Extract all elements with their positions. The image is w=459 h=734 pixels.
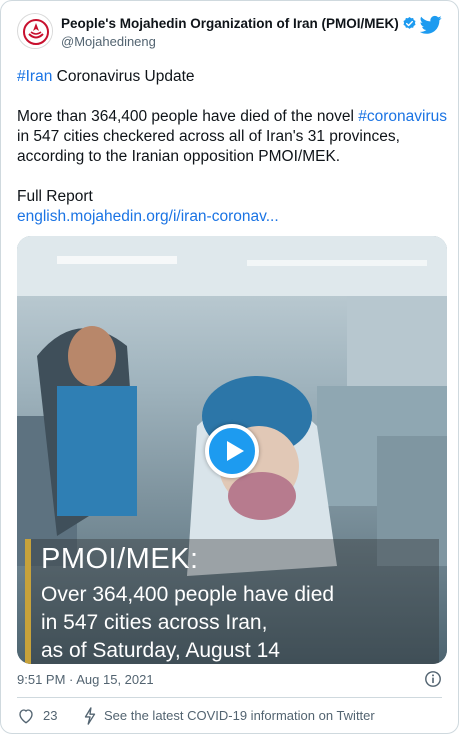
- tweet-body: #Iran Coronavirus Update More than 364,4…: [17, 67, 449, 227]
- display-name-text[interactable]: People's Mojahedin Organization of Iran …: [61, 16, 399, 31]
- tweet-line-1-text: Coronavirus Update: [52, 68, 195, 85]
- tweet-paragraph-2: More than 364,400 people have died of th…: [17, 107, 449, 167]
- like-count: 23: [43, 708, 58, 723]
- caption-title: PMOI/MEK:: [41, 543, 199, 575]
- caption-line: Over 364,400 people have died: [41, 583, 335, 606]
- display-name[interactable]: People's Mojahedin Organization of Iran …: [61, 16, 417, 31]
- play-icon: [227, 441, 244, 461]
- caption-line: as of Saturday, August 14: [41, 639, 280, 662]
- covid-info-link[interactable]: See the latest COVID-19 information on T…: [104, 708, 375, 723]
- video-caption: PMOI/MEK: Over 364,400 people have died …: [25, 539, 439, 664]
- tweet-header: People's Mojahedin Organization of Iran …: [17, 13, 442, 57]
- tweet-paragraph-2-rest: in 547 cities checkered across all of Ir…: [17, 128, 400, 165]
- avatar[interactable]: [17, 13, 53, 49]
- report-link[interactable]: english.mojahedin.org/i/iran-coronav...: [17, 208, 279, 225]
- author-handle[interactable]: @Mojahedineng: [61, 34, 156, 49]
- caption-accent-bar: [25, 539, 31, 664]
- twitter-bird-icon[interactable]: [420, 15, 442, 35]
- lightning-bolt-icon: [84, 707, 96, 725]
- verified-badge-icon: [403, 16, 416, 29]
- caption-line: in 547 cities across Iran,: [41, 611, 268, 634]
- tweet-actions: 23 See the latest COVID-19 information o…: [17, 706, 442, 726]
- pmoi-logo-icon: [19, 15, 52, 48]
- tweet-timestamp[interactable]: 9:51 PM · Aug 15, 2021: [17, 672, 154, 687]
- video-player[interactable]: PMOI/MEK: Over 364,400 people have died …: [17, 236, 447, 664]
- tweet-card: People's Mojahedin Organization of Iran …: [0, 0, 459, 734]
- heart-icon[interactable]: [17, 707, 35, 725]
- tweet-line-1: #Iran Coronavirus Update: [17, 67, 449, 87]
- info-icon[interactable]: [424, 670, 442, 688]
- hashtag-iran-link[interactable]: #Iran: [17, 68, 52, 85]
- full-report-label: Full Report: [17, 188, 93, 205]
- tweet-paragraph-2-start: More than 364,400 people have died of th…: [17, 108, 359, 125]
- hashtag-coronavirus-link[interactable]: #coronavirus: [358, 108, 447, 125]
- play-button[interactable]: [205, 424, 259, 478]
- divider: [17, 697, 442, 698]
